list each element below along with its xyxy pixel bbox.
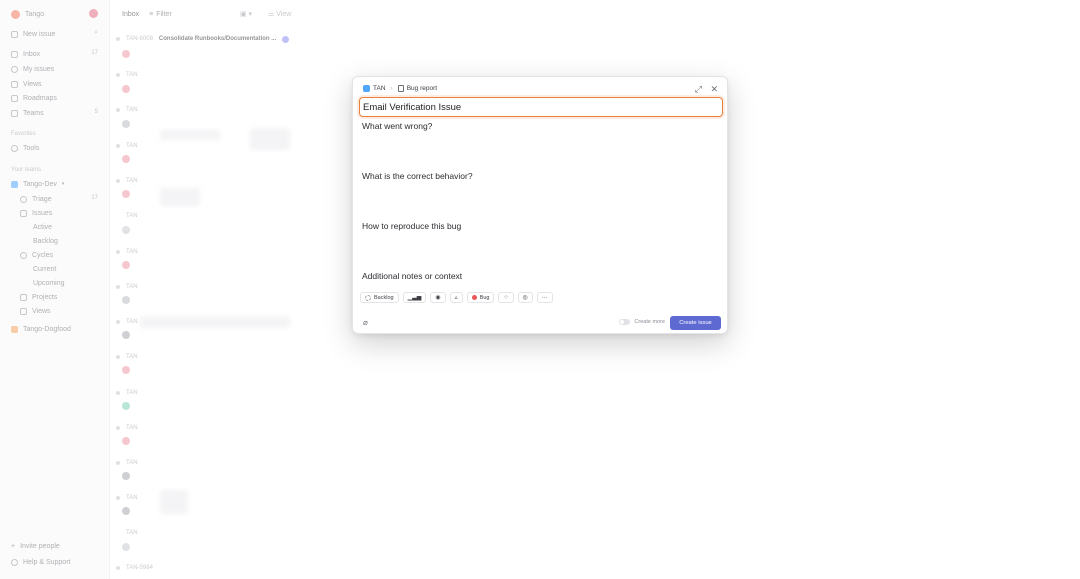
description-prompt[interactable]: What went wrong?: [362, 121, 432, 131]
create-more-toggle[interactable]: Create more: [619, 319, 665, 325]
status-selector[interactable]: Backlog: [360, 292, 399, 303]
new-issue-dialog: TAN › Bug report ⤢ ✕ What went wrong? Wh…: [352, 76, 728, 334]
estimate-selector[interactable]: ▵: [449, 292, 463, 303]
expand-icon[interactable]: ⤢: [695, 84, 702, 94]
chevron-right-icon: ›: [390, 85, 393, 92]
more-horizontal-icon: ···: [541, 294, 548, 301]
team-selector[interactable]: TAN: [363, 85, 386, 92]
create-issue-button[interactable]: Create issue: [670, 316, 721, 330]
issue-title-input[interactable]: [359, 97, 723, 117]
label-selector[interactable]: Bug: [466, 292, 495, 303]
description-prompt[interactable]: Additional notes or context: [362, 271, 462, 281]
label-text: Bug: [479, 294, 490, 301]
project-selector[interactable]: ⁘: [498, 292, 514, 303]
estimate-icon: ▵: [454, 295, 458, 301]
attach-file-icon[interactable]: ⌀: [363, 318, 368, 327]
bug-label-dot: [471, 295, 477, 300]
priority-bars-icon: ▁▃▅: [407, 295, 422, 301]
more-options-button[interactable]: ···: [536, 292, 553, 303]
template-icon: [397, 85, 404, 92]
status-label: Backlog: [374, 294, 394, 301]
create-more-label: Create more: [634, 319, 665, 325]
team-icon: [363, 85, 370, 92]
template-selector[interactable]: Bug report: [397, 85, 438, 92]
toggle-switch[interactable]: [619, 319, 631, 325]
priority-selector[interactable]: ▁▃▅: [402, 292, 427, 303]
issue-properties-bar: Backlog ▁▃▅ ◉ ▵ Bug ⁘ ◎ ···: [360, 292, 553, 303]
cycle-icon: ◎: [522, 295, 528, 301]
close-icon[interactable]: ✕: [710, 84, 718, 94]
team-label: TAN: [373, 85, 386, 92]
description-prompt[interactable]: What is the correct behavior?: [362, 171, 473, 181]
assignee-selector[interactable]: ◉: [430, 292, 446, 303]
backlog-status-icon: [365, 294, 371, 301]
description-prompt[interactable]: How to reproduce this bug: [362, 221, 461, 231]
breadcrumb: TAN › Bug report: [363, 85, 437, 92]
user-circle-icon: ◉: [435, 295, 441, 301]
cycle-selector[interactable]: ◎: [517, 292, 533, 303]
project-grid-icon: ⁘: [503, 295, 509, 301]
template-label: Bug report: [406, 85, 438, 92]
